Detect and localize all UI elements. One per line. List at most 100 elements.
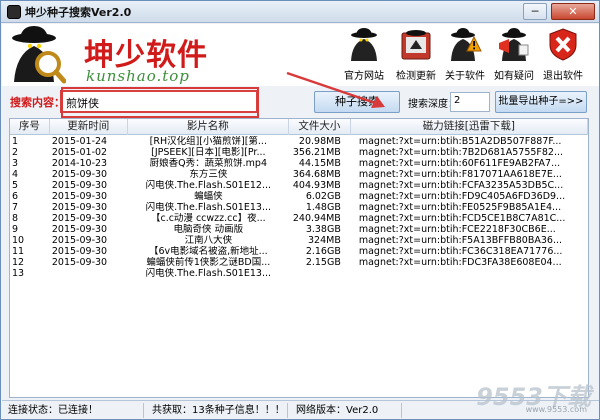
table-cell: 2015-09-30 [51, 169, 108, 180]
table-cell: 3.38GB [305, 224, 341, 235]
column-header[interactable]: 更新时间 [50, 119, 128, 135]
table-cell: 1 [12, 136, 19, 147]
table-cell: 2015-09-30 [51, 257, 108, 268]
table-row[interactable]: 1 2015-01-24 [RH汉化组][小猫煎饼][第... 20.98MB magn… [10, 136, 588, 147]
table-cell: [JPSEEK][日本][电影][Pr... [151, 147, 266, 158]
table-cell: 240.94MB [292, 213, 341, 224]
table-cell: 蝙蝠侠 [194, 191, 223, 202]
table-cell: 10 [12, 235, 25, 246]
table-row[interactable]: 8 2015-09-30 【c.c动漫 ccwzz.cc】夜... 240.94MB m… [10, 213, 588, 224]
column-header[interactable]: 序号 [10, 119, 50, 135]
table-cell: 356.21MB [292, 147, 341, 158]
toolbar-label: 关于软件 [445, 71, 485, 82]
table-cell: 324MB [307, 235, 341, 246]
exit-icon [549, 28, 577, 61]
table-cell: 2015-09-30 [51, 202, 108, 213]
table-cell: 蝙蝠侠前传1侠影之谜BD国... [146, 257, 271, 268]
column-header[interactable]: 磁力链接[迅雷下载] [351, 119, 588, 135]
table-row[interactable]: 6 2015-09-30 蝙蝠侠 6.02GB magnet:?xt=urn:btih:… [10, 191, 588, 202]
table-cell: 2015-09-30 [51, 191, 108, 202]
table-cell: 2014-10-23 [51, 158, 108, 169]
search-depth-input[interactable]: 2 [450, 92, 490, 112]
table-cell: 2.15GB [305, 257, 341, 268]
table-cell: 2015-09-30 [51, 213, 108, 224]
table-cell: 2015-09-30 [51, 180, 108, 191]
search-input[interactable]: 煎饼侠 [60, 90, 258, 113]
table-cell: 厨娘香Q秀：蔬菜煎饼.mp4 [149, 158, 267, 169]
connection-status: 连接状态：已连接！ [4, 403, 144, 418]
spy-icon [351, 28, 377, 61]
table-row[interactable]: 2 2015-01-02 [JPSEEK][日本][电影][Pr... 356.21M… [10, 147, 588, 158]
table-cell: 2015-09-30 [51, 246, 108, 257]
table-header: 序号 更新时间 影片名称 文件大小 磁力链接[迅雷下载] [10, 119, 588, 135]
toolbar-label: 退出软件 [543, 71, 583, 82]
table-cell: 2.16GB [305, 246, 341, 257]
app-window: 坤少种子搜索Ver2.0 ─ ✕ 坤少软件 kunshao.top 官方网站 检… [0, 0, 600, 420]
table-cell: 20.98MB [298, 136, 341, 147]
table-cell: 【c.c动漫 ccwzz.cc】夜... [150, 213, 266, 224]
column-header[interactable]: 文件大小 [289, 119, 351, 135]
table-row[interactable]: 12 2015-09-30 蝙蝠侠前传1侠影之谜BD国... 2.15GB magnet… [10, 257, 588, 268]
table-cell: 1.48GB [305, 202, 341, 213]
title-bar: 坤少种子搜索Ver2.0 ─ ✕ [1, 1, 599, 23]
table-cell: 7 [12, 202, 19, 213]
table-row[interactable]: 3 2014-10-23 厨娘香Q秀：蔬菜煎饼.mp4 44.15MB magnet:?… [10, 158, 588, 169]
table-cell: 【6v电影域名被盗,新地址... [148, 246, 268, 257]
table-cell: 2015-09-30 [51, 235, 108, 246]
window-title: 坤少种子搜索Ver2.0 [25, 5, 132, 19]
version-status: 网络版本：Ver2.0 [292, 403, 402, 418]
table-cell: 闪电侠.The.Flash.S01E13... [145, 268, 272, 279]
toolbar-check-update-button[interactable]: 检测更新 [393, 25, 439, 83]
torrent-search-button[interactable]: 种子搜索 [314, 91, 400, 113]
table-cell: 2 [12, 147, 19, 158]
table-cell [351, 268, 588, 279]
table-cell: 44.15MB [298, 158, 341, 169]
table-cell: magnet:?xt=urn:btih:60F611FE9AB2FA7... [358, 158, 561, 169]
table-cell: 东方三侠 [189, 169, 228, 180]
table-cell [289, 268, 351, 279]
table-cell: 6.02GB [305, 191, 341, 202]
table-row[interactable]: 7 2015-09-30 闪电侠.The.Flash.S01E13... 1.48GB… [10, 202, 588, 213]
spy-logo-icon [12, 26, 66, 84]
table-cell: magnet:?xt=urn:btih:FCFA3235A53DB5C... [358, 180, 564, 191]
table-cell: 5 [12, 180, 19, 191]
close-button[interactable]: ✕ [551, 3, 595, 20]
table-cell: 4 [12, 169, 19, 180]
table-row[interactable]: 4 2015-09-30 东方三侠 364.68MB magnet:?xt=urn:bt… [10, 169, 588, 180]
table-row[interactable]: 13 闪电侠.The.Flash.S01E13... [10, 268, 588, 279]
table-cell: 闪电侠.The.Flash.S01E13... [145, 202, 272, 213]
minimize-button[interactable]: ─ [523, 3, 547, 20]
table-cell: magnet:?xt=urn:btih:FE0525F9B85A1E4... [358, 202, 562, 213]
table-cell: magnet:?xt=urn:btih:FCE2218F30CB6E... [358, 224, 556, 235]
results-table: 序号 更新时间 影片名称 文件大小 磁力链接[迅雷下载] 1 2015-01-24… [9, 118, 589, 398]
table-body: 1 2015-01-24 [RH汉化组][小猫煎饼][第... 20.98MB magn… [10, 136, 588, 279]
batch-export-button[interactable]: 批量导出种子=>> [495, 91, 587, 113]
table-cell: 8 [12, 213, 19, 224]
about-icon [451, 28, 482, 61]
table-cell: magnet:?xt=urn:btih:FDC3FA38E608E04... [358, 257, 562, 268]
table-cell: magnet:?xt=urn:btih:F5A13BFFB80BA36... [358, 235, 562, 246]
table-row[interactable]: 5 2015-09-30 闪电侠.The.Flash.S01E12... 404.93… [10, 180, 588, 191]
table-cell: magnet:?xt=urn:btih:7B2D681A5755F82... [358, 147, 564, 158]
table-cell: 13 [12, 268, 25, 279]
table-cell: 11 [12, 246, 25, 257]
column-header[interactable]: 影片名称 [128, 119, 290, 135]
table-row[interactable]: 11 2015-09-30 【6v电影域名被盗,新地址... 2.16GB magnet… [10, 246, 588, 257]
table-cell: 2015-01-24 [51, 136, 108, 147]
table-cell: magnet:?xt=urn:btih:F817071AA618E7E... [358, 169, 562, 180]
table-cell: 2015-09-30 [51, 224, 108, 235]
toolbar-label: 如有疑问 [494, 71, 534, 82]
table-cell: 电脑奇侠 动画版 [173, 224, 244, 235]
table-row[interactable]: 9 2015-09-30 电脑奇侠 动画版 3.38GB magnet:?xt=urn:… [10, 224, 588, 235]
table-cell: [RH汉化组][小猫煎饼][第... [149, 136, 267, 147]
table-cell: magnet:?xt=urn:btih:FCD5CE1B8C7A81C... [358, 213, 566, 224]
toolbar-official-site-button[interactable]: 官方网站 [341, 25, 387, 83]
table-cell: 364.68MB [292, 169, 341, 180]
table-cell: 3 [12, 158, 19, 169]
toolbar-question-button[interactable]: 如有疑问 [491, 25, 537, 83]
table-cell: magnet:?xt=urn:btih:FC36C318EA71776... [358, 246, 563, 257]
table-cell: 404.93MB [292, 180, 341, 191]
table-row[interactable]: 10 2015-09-30 江南八大侠 324MB magnet:?xt=urn:bti… [10, 235, 588, 246]
toolbar-exit-button[interactable]: 退出软件 [540, 25, 586, 83]
toolbar-about-button[interactable]: 关于软件 [442, 25, 488, 83]
